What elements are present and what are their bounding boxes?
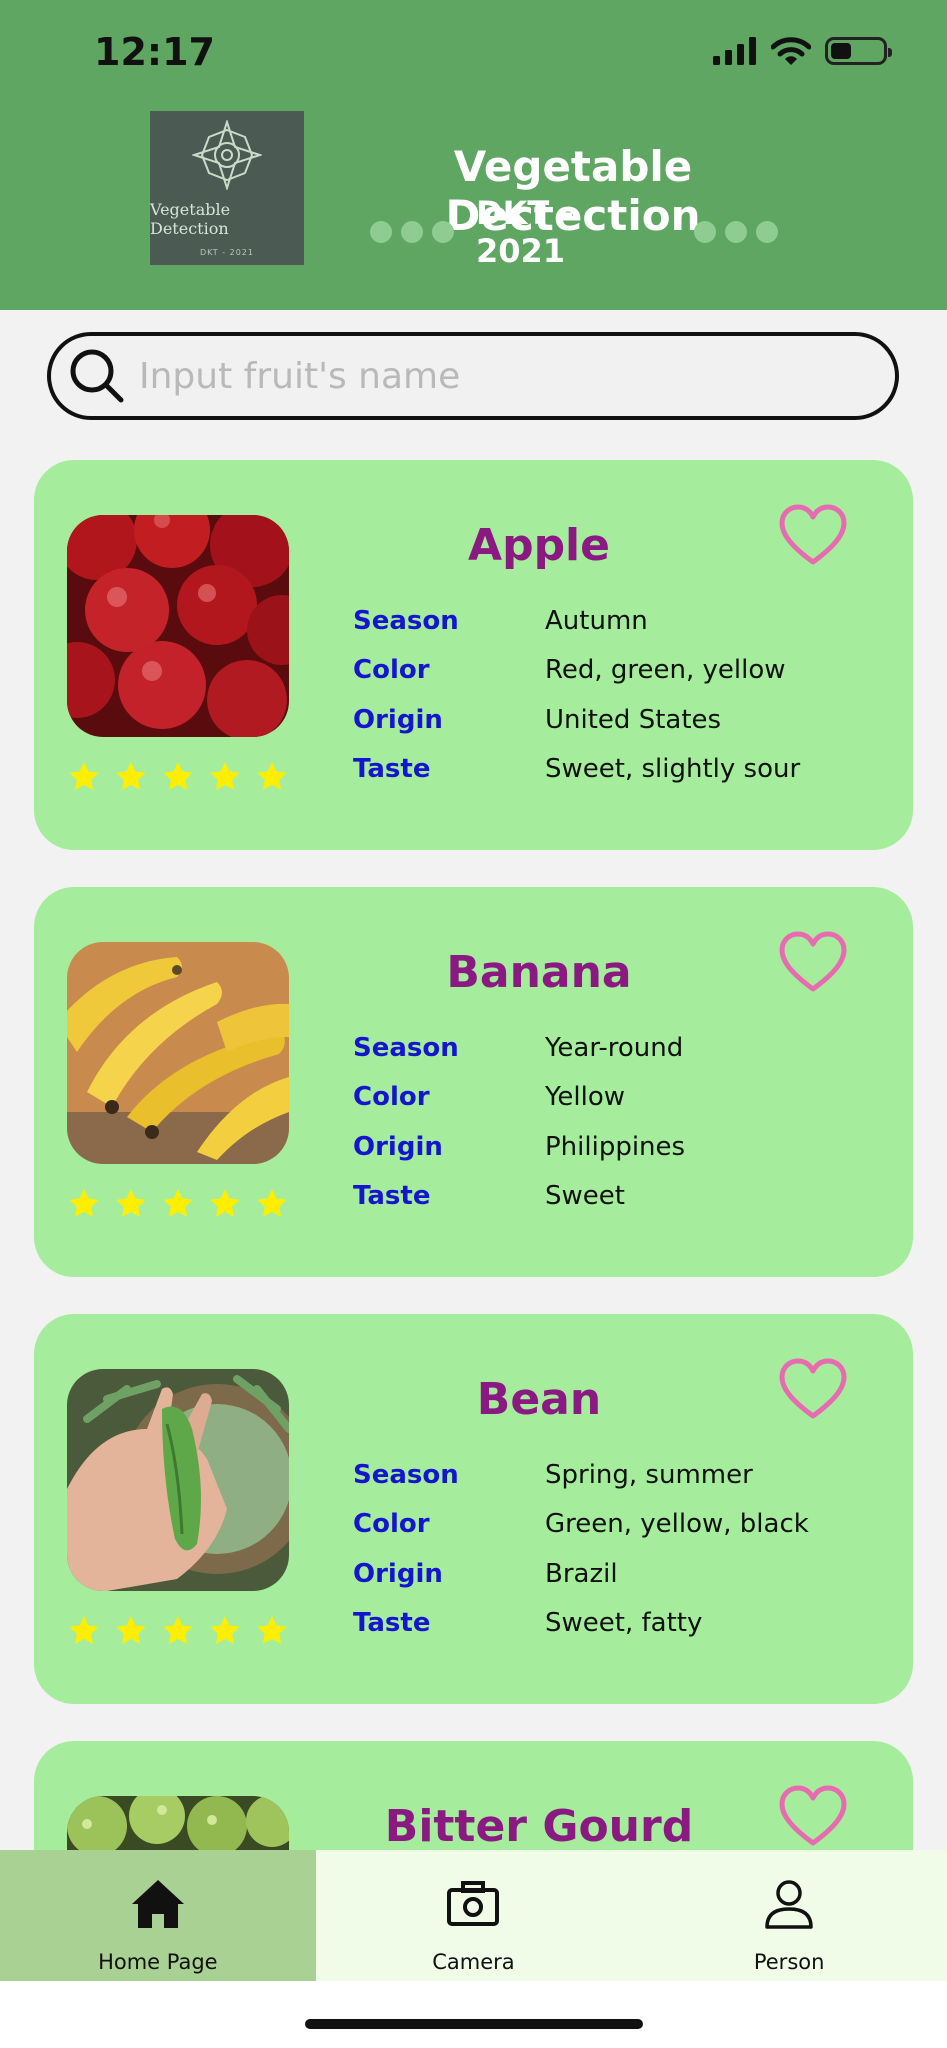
- bean-image: [67, 1369, 289, 1591]
- star-icon: [210, 1189, 240, 1217]
- star-icon: [163, 762, 193, 790]
- star-icon: [163, 1189, 193, 1217]
- home-icon: [131, 1880, 184, 1928]
- taste-label: Taste: [353, 754, 431, 785]
- nav-home-label: Home Page: [98, 1950, 218, 1974]
- origin-value: United States: [545, 704, 722, 735]
- color-label: Color: [353, 1509, 430, 1540]
- origin-label: Origin: [353, 704, 443, 735]
- app-logo: Vegetable Detection DKT - 2021: [150, 111, 304, 265]
- season-label: Season: [353, 1459, 459, 1490]
- banana-image: [67, 942, 289, 1164]
- star-icon: [116, 762, 146, 790]
- home-indicator[interactable]: [305, 2019, 643, 2029]
- fruit-info: Season Autumn Color Red, green, yellow Ori…: [353, 596, 800, 794]
- color-value: Red, green, yellow: [545, 655, 786, 686]
- star-icon: [257, 762, 287, 790]
- origin-label: Origin: [353, 1131, 443, 1162]
- taste-label: Taste: [353, 1608, 431, 1639]
- wifi-icon: [771, 37, 811, 65]
- fruit-card-banana[interactable]: Banana Season Year-round Color Yellow Orig…: [34, 887, 913, 1277]
- nav-person-label: Person: [753, 1950, 825, 1974]
- origin-value: Philippines: [545, 1131, 686, 1162]
- season-label: Season: [353, 1032, 459, 1063]
- heart-icon[interactable]: [779, 1358, 847, 1420]
- app-subtitle: DKT - 2021: [476, 194, 574, 270]
- taste-value: Sweet, fatty: [545, 1608, 703, 1639]
- decorative-dots-left: [370, 221, 454, 243]
- heart-icon[interactable]: [779, 1785, 847, 1847]
- status-icons: [713, 36, 892, 66]
- battery-icon: [825, 37, 892, 65]
- app-subtitle-row: DKT - 2021: [370, 194, 778, 270]
- star-icon: [69, 1616, 99, 1644]
- star-icon: [116, 1189, 146, 1217]
- decorative-dots-right: [694, 221, 778, 243]
- app-header: 12:17 Vegetable Detection DKT - 2021 Veg…: [0, 0, 947, 310]
- fruit-name: Bitter Gourd: [384, 1801, 694, 1852]
- taste-value: Sweet, slightly sour: [545, 754, 801, 785]
- heart-icon[interactable]: [779, 504, 847, 566]
- color-label: Color: [353, 1082, 430, 1113]
- color-value: Green, yellow, black: [545, 1509, 809, 1540]
- mandala-icon: [192, 119, 262, 190]
- star-icon: [163, 1616, 193, 1644]
- nav-person[interactable]: Person: [631, 1850, 947, 1981]
- star-icon: [210, 762, 240, 790]
- search-bar[interactable]: [47, 332, 899, 420]
- origin-value: Brazil: [545, 1558, 618, 1589]
- logo-text: Vegetable Detection: [150, 199, 231, 238]
- star-icon: [116, 1616, 146, 1644]
- taste-label: Taste: [353, 1181, 431, 1212]
- heart-icon[interactable]: [779, 931, 847, 993]
- origin-label: Origin: [353, 1558, 443, 1589]
- star-icon: [69, 762, 99, 790]
- fruit-name: Banana: [446, 947, 632, 998]
- star-icon: [257, 1616, 287, 1644]
- rating-stars: [67, 1614, 289, 1648]
- status-time: 12:17: [94, 30, 215, 74]
- nav-home[interactable]: Home Page: [0, 1850, 316, 1981]
- fruit-card-apple[interactable]: Apple Season Autumn Color Red, green, yell…: [34, 460, 913, 850]
- season-label: Season: [353, 605, 459, 636]
- home-indicator-area: [0, 1981, 947, 2048]
- fruit-card-bean[interactable]: Bean Season Spring, summer Color Green, ye…: [34, 1314, 913, 1704]
- person-icon: [765, 1880, 813, 1929]
- season-value: Year-round: [545, 1032, 684, 1063]
- signal-icon: [713, 37, 756, 65]
- fruit-name: Apple: [468, 520, 610, 571]
- nav-camera-label: Camera: [432, 1950, 515, 1974]
- rating-stars: [67, 1187, 289, 1221]
- fruit-info: Season Spring, summer Color Green, yellow,…: [353, 1450, 809, 1648]
- logo-subtext: DKT - 2021: [199, 247, 254, 257]
- color-value: Yellow: [545, 1082, 626, 1113]
- fruit-info: Season Year-round Color Yellow Origin Phili…: [353, 1023, 685, 1221]
- star-icon: [69, 1189, 99, 1217]
- search-input[interactable]: [139, 355, 839, 397]
- season-value: Autumn: [545, 605, 648, 636]
- star-icon: [257, 1189, 287, 1217]
- color-label: Color: [353, 655, 430, 686]
- taste-value: Sweet: [545, 1181, 625, 1212]
- bottom-nav: Home Page Camera Person: [0, 1850, 947, 1981]
- search-icon: [70, 349, 124, 403]
- camera-icon: [447, 1881, 500, 1926]
- nav-camera[interactable]: Camera: [316, 1850, 632, 1981]
- apple-image: [67, 515, 289, 737]
- rating-stars: [67, 760, 289, 794]
- season-value: Spring, summer: [545, 1459, 753, 1490]
- fruit-name: Bean: [476, 1374, 602, 1425]
- star-icon: [210, 1616, 240, 1644]
